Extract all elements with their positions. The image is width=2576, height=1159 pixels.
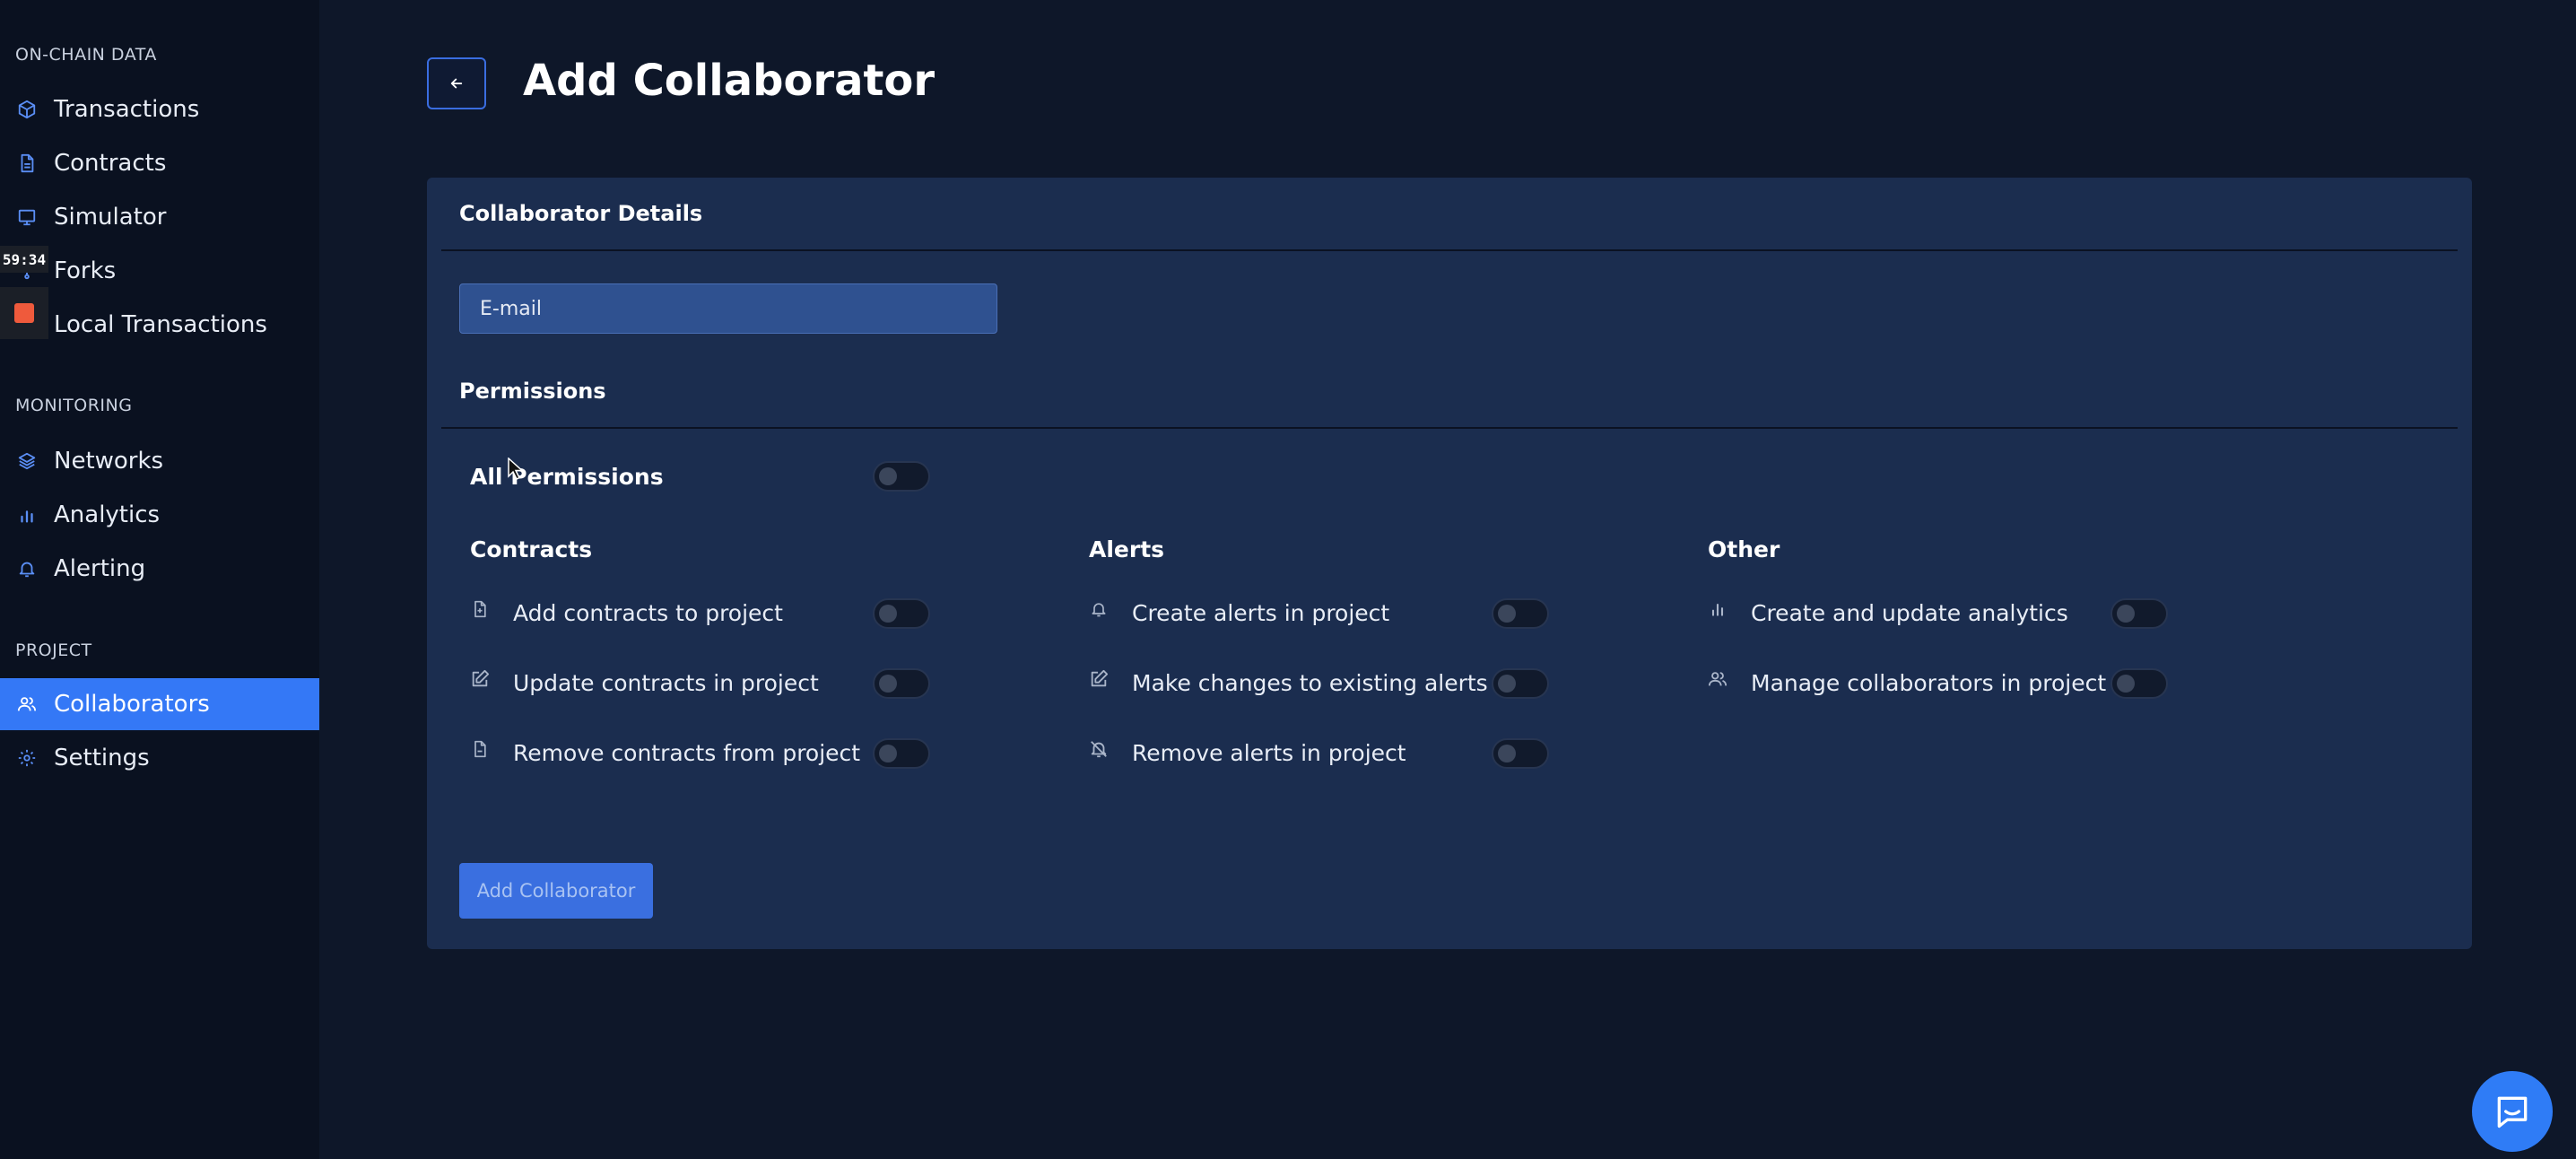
permission-label: Make changes to existing alerts: [1132, 670, 1488, 696]
sidebar-item-label: Collaborators: [54, 691, 210, 718]
section-title-monitoring: MONITORING: [15, 396, 133, 415]
column-title-other: Other: [1708, 536, 1780, 562]
sidebar-item-label: Local Transactions: [54, 311, 267, 338]
back-button[interactable]: [427, 57, 486, 109]
divider: [441, 427, 2458, 429]
all-permissions-label: All Permissions: [470, 464, 664, 490]
mouse-cursor-icon: [508, 458, 524, 481]
column-title-contracts: Contracts: [470, 536, 593, 562]
document-icon: [16, 152, 38, 174]
sidebar-item-label: Alerting: [54, 555, 146, 582]
layers-icon: [16, 450, 38, 472]
users-icon: [1708, 668, 1727, 690]
sidebar-item-label: Transactions: [54, 96, 200, 123]
sidebar-item-label: Contracts: [54, 150, 167, 177]
file-plus-icon: [470, 598, 490, 620]
manage-collaborators-toggle[interactable]: [2110, 668, 2168, 699]
permission-label: Create alerts in project: [1132, 600, 1390, 626]
remove-alerts-toggle[interactable]: [1492, 738, 1549, 769]
monitor-icon: [16, 206, 38, 228]
file-icon: [470, 738, 490, 760]
sidebar-item-collaborators[interactable]: Collaborators: [0, 678, 319, 730]
sidebar-item-simulator[interactable]: Simulator: [0, 191, 319, 243]
chat-icon: [2497, 1096, 2528, 1128]
create-alerts-toggle[interactable]: [1492, 598, 1549, 629]
bell-icon: [16, 558, 38, 580]
permission-label: Manage collaborators in project: [1751, 670, 2107, 696]
sidebar-item-transactions[interactable]: Transactions: [0, 83, 319, 135]
bar-chart-icon: [1708, 598, 1727, 620]
bar-chart-icon: [16, 504, 38, 526]
edit-alerts-toggle[interactable]: [1492, 668, 1549, 699]
permissions-heading: Permissions: [459, 379, 606, 404]
add-collaborator-button[interactable]: Add Collaborator: [459, 863, 653, 919]
column-title-alerts: Alerts: [1089, 536, 1165, 562]
sidebar-item-label: Forks: [54, 257, 117, 284]
stop-icon: [14, 303, 34, 323]
sidebar: ON-CHAIN DATA Transactions Contracts Sim…: [0, 0, 319, 1159]
permission-label: Add contracts to project: [513, 600, 783, 626]
bell-icon: [1089, 598, 1109, 620]
recording-timer: 59:34: [0, 246, 48, 273]
email-field[interactable]: [459, 283, 997, 334]
analytics-toggle[interactable]: [2110, 598, 2168, 629]
update-contracts-toggle[interactable]: [873, 668, 930, 699]
sidebar-item-settings[interactable]: Settings: [0, 732, 319, 784]
section-title-onchain-data: ON-CHAIN DATA: [15, 45, 157, 65]
sidebar-item-label: Simulator: [54, 204, 167, 231]
sidebar-item-label: Settings: [54, 745, 150, 771]
divider: [441, 249, 2458, 251]
sidebar-item-alerting[interactable]: Alerting: [0, 543, 319, 595]
collaborator-details-heading: Collaborator Details: [459, 201, 703, 226]
permission-label: Remove alerts in project: [1132, 740, 1406, 766]
sidebar-item-contracts[interactable]: Contracts: [0, 137, 319, 189]
sidebar-item-label: Networks: [54, 448, 164, 475]
chat-launcher-button[interactable]: [2472, 1071, 2553, 1152]
edit-icon: [470, 668, 490, 690]
gear-icon: [16, 747, 38, 769]
bell-off-icon: [1089, 738, 1109, 760]
sidebar-item-networks[interactable]: Networks: [0, 435, 319, 487]
users-icon: [16, 693, 38, 715]
sidebar-item-analytics[interactable]: Analytics: [0, 489, 319, 541]
recording-stop-button[interactable]: [0, 287, 48, 339]
section-title-project: PROJECT: [15, 640, 92, 660]
sidebar-item-label: Analytics: [54, 501, 161, 528]
add-contracts-toggle[interactable]: [873, 598, 930, 629]
all-permissions-toggle[interactable]: [873, 461, 930, 492]
permission-label: Remove contracts from project: [513, 740, 861, 766]
cube-icon: [16, 99, 38, 120]
edit-icon: [1089, 668, 1109, 690]
permission-label: Update contracts in project: [513, 670, 819, 696]
permission-label: Create and update analytics: [1751, 600, 2068, 626]
collaborator-form-card: Collaborator Details Permissions All Per…: [427, 178, 2472, 949]
remove-contracts-toggle[interactable]: [873, 738, 930, 769]
page-title: Add Collaborator: [523, 56, 936, 106]
arrow-left-icon: [450, 78, 463, 89]
